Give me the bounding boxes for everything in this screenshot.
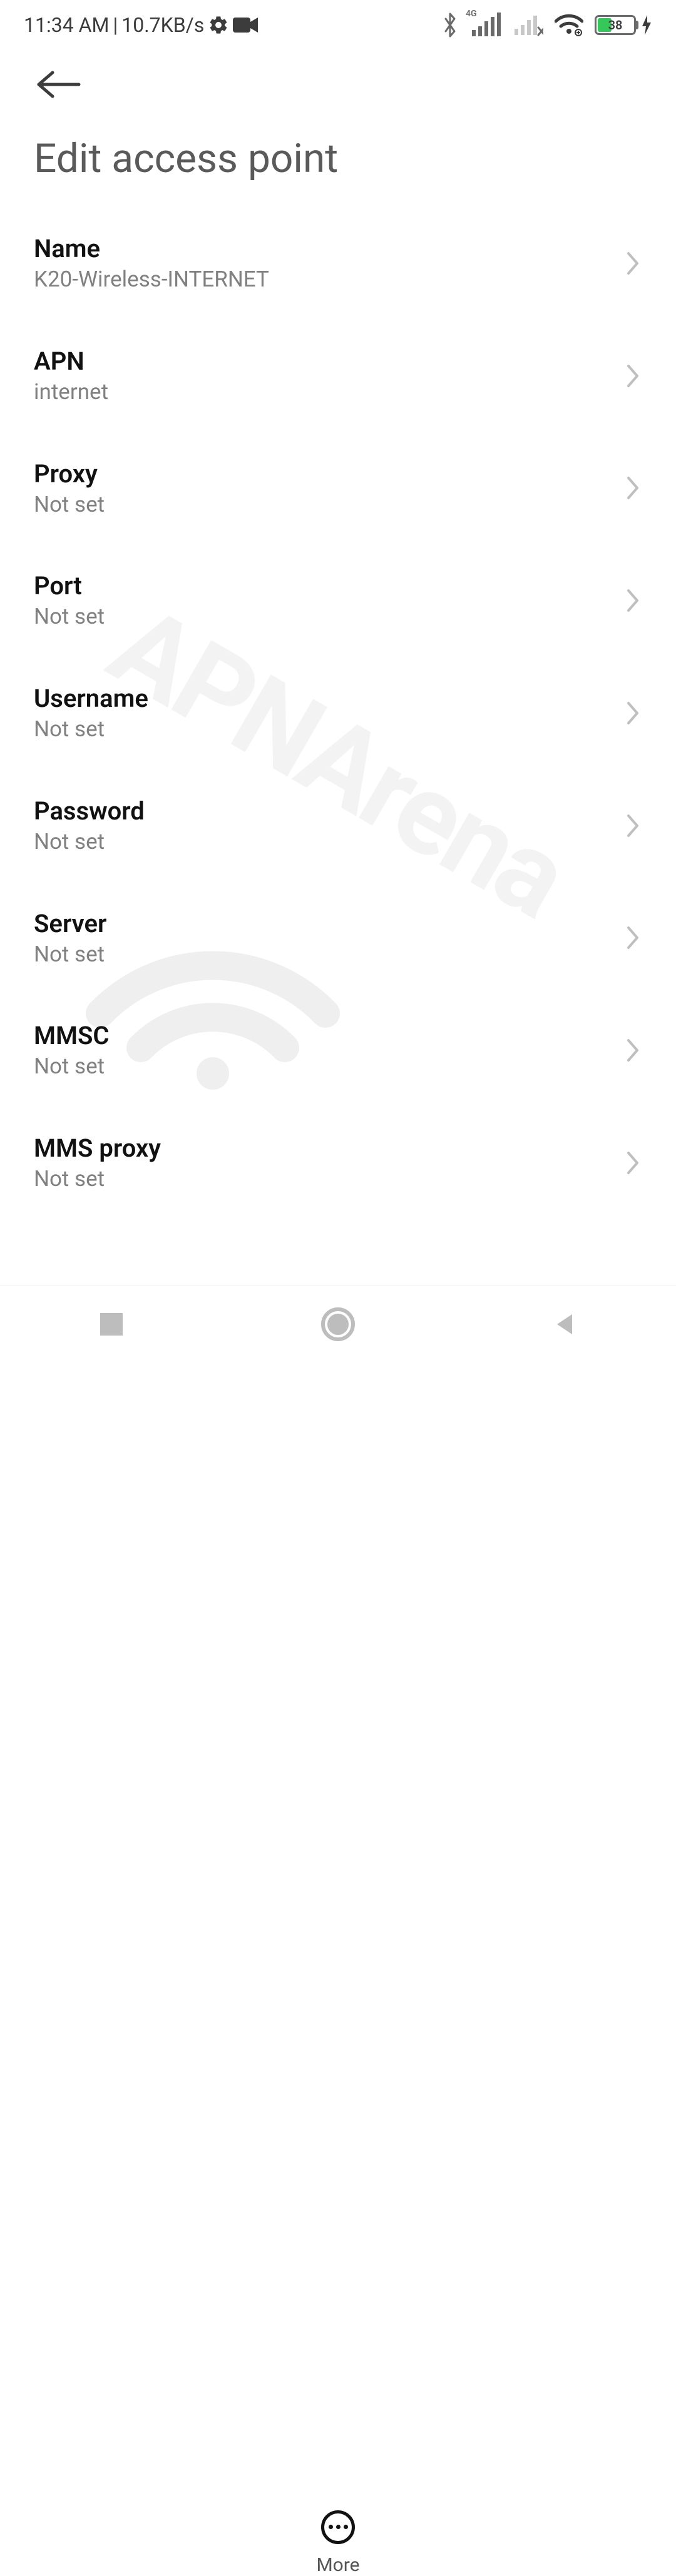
- setting-label: Password: [34, 796, 145, 827]
- navigation-bar: [0, 1285, 676, 1366]
- setting-item-mms-proxy[interactable]: MMS proxy Not set: [34, 1107, 642, 1219]
- chevron-right-icon: [625, 699, 642, 727]
- chevron-right-icon: [625, 474, 642, 502]
- setting-item-apn[interactable]: APN internet: [34, 320, 642, 432]
- triangle-left-icon: [551, 1311, 578, 1338]
- more-label: More: [0, 2554, 676, 2576]
- chevron-right-icon: [625, 924, 642, 951]
- setting-label: Port: [34, 570, 105, 602]
- signal-sim2-icon: [512, 11, 543, 39]
- setting-value: Not set: [34, 1165, 161, 1193]
- status-sep: |: [113, 13, 118, 37]
- circle-icon: [320, 1307, 356, 1342]
- setting-label: Server: [34, 908, 106, 940]
- setting-item-mmsc[interactable]: MMSC Not set: [34, 994, 642, 1107]
- settings-list: Name K20-Wireless-INTERNET APN internet …: [0, 207, 676, 1219]
- wifi-icon: [555, 14, 583, 36]
- nav-home-button[interactable]: [320, 1307, 356, 1344]
- back-button[interactable]: [34, 69, 83, 103]
- chevron-right-icon: [625, 362, 642, 390]
- setting-label: APN: [34, 346, 108, 377]
- battery-icon: 38: [595, 15, 652, 35]
- setting-value: Not set: [34, 603, 105, 631]
- status-time: 11:34 AM: [24, 13, 109, 37]
- setting-label: Proxy: [34, 459, 105, 490]
- chevron-right-icon: [625, 250, 642, 277]
- setting-value: Not set: [34, 941, 106, 968]
- status-speed: 10.7KB/s: [121, 13, 204, 37]
- setting-label: MMS proxy: [34, 1133, 161, 1164]
- setting-item-username[interactable]: Username Not set: [34, 657, 642, 769]
- video-camera-icon: [233, 16, 258, 34]
- setting-item-server[interactable]: Server Not set: [34, 882, 642, 995]
- chevron-right-icon: [625, 1149, 642, 1177]
- setting-item-proxy[interactable]: Proxy Not set: [34, 432, 642, 545]
- setting-value: Not set: [34, 1053, 110, 1080]
- setting-label: Name: [34, 233, 269, 265]
- setting-item-port[interactable]: Port Not set: [34, 544, 642, 657]
- setting-value: Not set: [34, 491, 105, 519]
- nav-back-button[interactable]: [551, 1311, 578, 1341]
- chevron-right-icon: [625, 812, 642, 839]
- more-button[interactable]: More: [0, 2510, 676, 2576]
- setting-label: Username: [34, 683, 148, 714]
- chevron-right-icon: [625, 587, 642, 614]
- more-icon: [321, 2510, 355, 2544]
- settings-icon: [208, 14, 229, 36]
- setting-value: K20-Wireless-INTERNET: [34, 266, 269, 293]
- setting-value: Not set: [34, 716, 148, 743]
- setting-item-password[interactable]: Password Not set: [34, 769, 642, 882]
- status-bar: 11:34 AM | 10.7KB/s 4G: [0, 0, 676, 50]
- setting-value: Not set: [34, 828, 145, 856]
- setting-value: internet: [34, 378, 108, 406]
- chevron-right-icon: [625, 1037, 642, 1064]
- signal-sim1-icon: 4G: [469, 13, 501, 38]
- bluetooth-icon: [442, 13, 458, 38]
- nav-recent-button[interactable]: [98, 1311, 125, 1341]
- setting-item-name[interactable]: Name K20-Wireless-INTERNET: [34, 207, 642, 320]
- setting-label: MMSC: [34, 1020, 110, 1052]
- arrow-left-icon: [34, 69, 83, 100]
- page-title: Edit access point: [0, 103, 676, 207]
- square-icon: [98, 1311, 125, 1338]
